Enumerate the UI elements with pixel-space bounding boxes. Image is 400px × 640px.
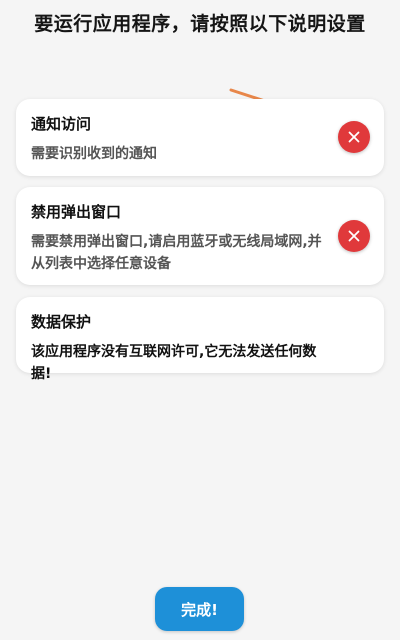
card-title: 数据保护 [31,313,92,331]
done-button[interactable]: 完成! [155,587,244,631]
status-error-button[interactable] [338,121,370,153]
card-title: 禁用弹出窗口 [31,203,122,221]
close-icon [348,131,360,143]
status-error-button[interactable] [338,220,370,252]
card-data-protection: 数据保护 该应用程序没有互联网许可,它无法发送任何数据! [16,297,384,382]
card-notification-access[interactable]: 通知访问 需要识别收到的通知 [16,99,384,176]
page-title: 要运行应用程序，请按照以下说明设置 [34,13,366,35]
card-description: 需要禁用弹出窗口,请启用蓝牙或无线局域网,并从列表中选择任意设备 [31,234,322,272]
card-title: 通知访问 [31,115,92,133]
close-icon [348,230,360,242]
card-description: 该应用程序没有互联网许可,它无法发送任何数据! [31,344,317,382]
card-disable-popups[interactable]: 禁用弹出窗口 需要禁用弹出窗口,请启用蓝牙或无线局域网,并从列表中选择任意设备 [16,187,384,285]
card-description: 需要识别收到的通知 [31,146,157,162]
